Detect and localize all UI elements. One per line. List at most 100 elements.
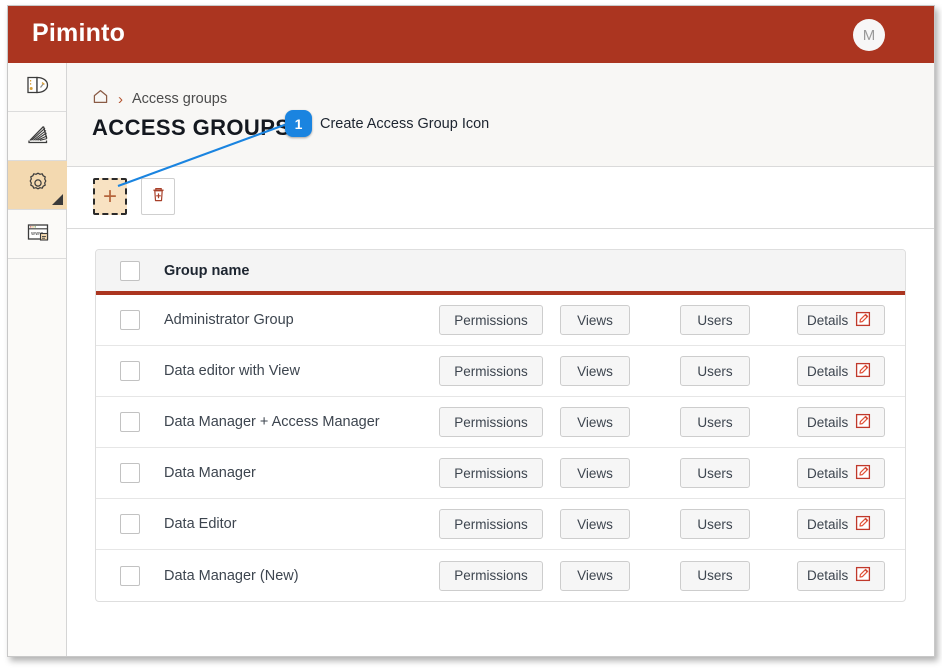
permissions-button[interactable]: Permissions (439, 407, 543, 437)
app-window: Piminto M (7, 5, 935, 657)
avatar-initial: M (863, 27, 876, 44)
edit-square-icon (855, 515, 871, 534)
edit-square-icon (855, 362, 871, 381)
row-checkbox[interactable] (120, 566, 140, 586)
plus-icon: + (103, 185, 117, 209)
permissions-button[interactable]: Permissions (439, 561, 543, 591)
rail-divider (8, 258, 66, 259)
details-button[interactable]: Details (797, 407, 885, 437)
details-button-label: Details (807, 364, 848, 379)
browser-www-icon: www (24, 218, 52, 251)
permissions-button[interactable]: Permissions (439, 509, 543, 539)
row-actions: Permissions Views Users Details (439, 305, 905, 335)
edit-square-icon (855, 311, 871, 330)
sidebar-item-notebook[interactable] (8, 63, 67, 111)
row-checkbox[interactable] (120, 514, 140, 534)
table-row: Administrator GroupPermissions Views Users… (96, 295, 905, 346)
top-brand-bar: Piminto M (8, 6, 934, 63)
details-button-label: Details (807, 466, 848, 481)
group-name-cell: Data Manager (New) (164, 568, 439, 584)
views-button[interactable]: Views (560, 458, 630, 488)
page-header: › Access groups ACCESS GROUPS (67, 63, 934, 167)
users-button[interactable]: Users (680, 458, 750, 488)
users-button[interactable]: Users (680, 561, 750, 591)
views-button[interactable]: Views (560, 356, 630, 386)
details-button-label: Details (807, 568, 848, 583)
action-toolbar: + (67, 167, 934, 229)
table-row: Data ManagerPermissions Views Users Details (96, 448, 905, 499)
row-actions: Permissions Views Users Details (439, 458, 905, 488)
users-button[interactable]: Users (680, 305, 750, 335)
table-header-row: Group name (96, 250, 905, 295)
screenshot-root: Piminto M (0, 0, 942, 669)
avatar[interactable]: M (853, 19, 885, 51)
views-button[interactable]: Views (560, 407, 630, 437)
details-button[interactable]: Details (797, 509, 885, 539)
row-select-cell (96, 310, 164, 330)
sidebar-item-settings[interactable] (8, 161, 67, 209)
home-icon[interactable] (92, 88, 109, 110)
users-button[interactable]: Users (680, 509, 750, 539)
views-button[interactable]: Views (560, 561, 630, 591)
table-row: Data Manager (New)Permissions Views Users D… (96, 550, 905, 601)
group-name-cell: Administrator Group (164, 312, 439, 328)
views-button[interactable]: Views (560, 509, 630, 539)
row-checkbox[interactable] (120, 310, 140, 330)
users-button[interactable]: Users (680, 407, 750, 437)
table-row: Data Manager + Access ManagerPermissions… (96, 397, 905, 448)
row-select-cell (96, 412, 164, 432)
table-container: Group name Administrator GroupPermission… (67, 229, 934, 602)
edit-square-icon (855, 413, 871, 432)
row-actions: Permissions Views Users Details (439, 509, 905, 539)
group-name-cell: Data Manager + Access Manager (164, 414, 439, 430)
details-button-label: Details (807, 313, 848, 328)
details-button-label: Details (807, 517, 848, 532)
row-checkbox[interactable] (120, 412, 140, 432)
edit-square-icon (855, 566, 871, 585)
group-name-cell: Data editor with View (164, 363, 439, 379)
details-button[interactable]: Details (797, 356, 885, 386)
sidebar-item-web[interactable]: www (8, 210, 67, 258)
row-checkbox[interactable] (120, 463, 140, 483)
details-button[interactable]: Details (797, 561, 885, 591)
row-actions: Permissions Views Users Details (439, 561, 905, 591)
group-name-cell: Data Editor (164, 516, 439, 532)
select-all-checkbox[interactable] (120, 261, 140, 281)
row-select-cell (96, 566, 164, 586)
row-select-cell (96, 514, 164, 534)
access-groups-table: Group name Administrator GroupPermission… (95, 249, 906, 602)
details-button[interactable]: Details (797, 458, 885, 488)
create-access-group-button[interactable]: + (93, 178, 127, 215)
sidebar-item-library[interactable] (8, 112, 67, 160)
breadcrumb: › Access groups (92, 88, 227, 110)
row-actions: Permissions Views Users Details (439, 407, 905, 437)
delete-access-group-button[interactable] (141, 178, 175, 215)
details-button[interactable]: Details (797, 305, 885, 335)
sidebar-rail: www (8, 63, 67, 656)
gear-icon (24, 169, 52, 202)
annotation-label: Create Access Group Icon (320, 116, 489, 132)
page-title: ACCESS GROUPS (92, 115, 290, 141)
row-select-cell (96, 361, 164, 381)
select-all-cell (96, 261, 164, 281)
row-checkbox[interactable] (120, 361, 140, 381)
permissions-button[interactable]: Permissions (439, 356, 543, 386)
breadcrumb-item-access-groups[interactable]: Access groups (132, 91, 227, 107)
permissions-button[interactable]: Permissions (439, 305, 543, 335)
views-button[interactable]: Views (560, 305, 630, 335)
group-name-cell: Data Manager (164, 465, 439, 481)
app-brand-title: Piminto (32, 19, 125, 48)
column-header-group-name: Group name (164, 263, 249, 279)
trash-icon (149, 185, 168, 209)
details-button-label: Details (807, 415, 848, 430)
users-button[interactable]: Users (680, 356, 750, 386)
table-row: Data EditorPermissions Views Users Details (96, 499, 905, 550)
table-body: Administrator GroupPermissionsViewsUsers… (96, 295, 905, 601)
row-actions: Permissions Views Users Details (439, 356, 905, 386)
table-row: Data editor with ViewPermissions Views Use… (96, 346, 905, 397)
row-select-cell (96, 463, 164, 483)
annotation-badge: 1 (285, 110, 312, 137)
edit-square-icon (855, 464, 871, 483)
breadcrumb-separator-icon: › (118, 92, 123, 107)
permissions-button[interactable]: Permissions (439, 458, 543, 488)
